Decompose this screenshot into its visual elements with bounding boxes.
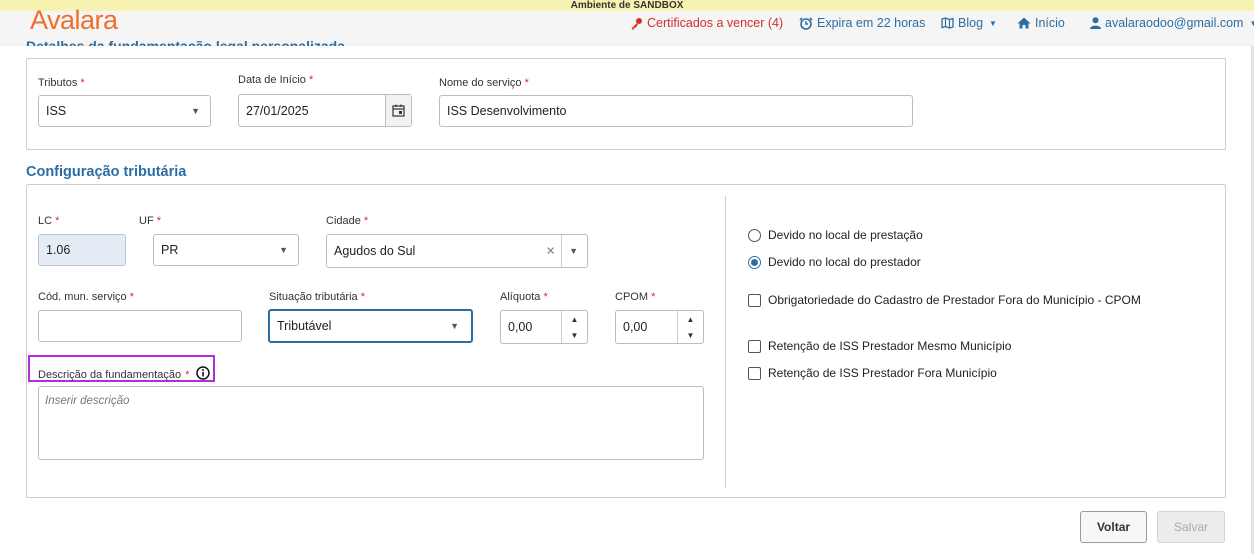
home-link[interactable]: Início [1017, 16, 1065, 30]
chevron-down-icon: ▼ [450, 321, 459, 331]
chevron-down-icon: ▼ [279, 245, 288, 255]
nome-servico-label: Nome do serviço * [439, 77, 529, 89]
nome-servico-input[interactable]: ISS Desenvolvimento [439, 95, 913, 127]
uf-select[interactable]: PR ▼ [153, 234, 299, 266]
select-separator [561, 235, 562, 267]
aliquota-stepper[interactable]: ▲ ▼ [561, 311, 587, 343]
cod-mun-input[interactable] [38, 310, 242, 342]
key-icon [630, 17, 643, 30]
checkbox-label: Retenção de ISS Prestador Fora Município [768, 366, 997, 380]
cpom-input[interactable]: 0,00 ▲ ▼ [615, 310, 704, 344]
sandbox-banner: Ambiente de SANDBOX [0, 0, 1254, 11]
radio-label: Devido no local do prestador [768, 255, 921, 269]
section-title-details: Detalhes da fundamentação legal personal… [26, 38, 345, 46]
info-icon[interactable] [196, 366, 211, 383]
chevron-down-icon: ▼ [191, 106, 200, 116]
radio-local-prestacao[interactable]: Devido no local de prestação [748, 228, 923, 242]
checkbox-cpom[interactable]: Obrigatoriedade do Cadastro de Prestador… [748, 293, 1141, 307]
calendar-icon[interactable] [385, 95, 411, 126]
chevron-down-icon: ▼ [989, 18, 997, 28]
checkbox-label: Retenção de ISS Prestador Mesmo Municípi… [768, 339, 1012, 353]
section-title-config: Configuração tributária [26, 164, 187, 180]
descricao-placeholder: Inserir descrição [45, 395, 130, 407]
tributos-label: Tributos * [38, 77, 85, 89]
uf-value: PR [161, 243, 179, 257]
lc-value: 1.06 [46, 243, 71, 257]
voltar-button[interactable]: Voltar [1080, 511, 1147, 543]
chevron-down-icon[interactable]: ▼ [678, 327, 703, 343]
home-icon [1017, 17, 1031, 29]
checkbox[interactable] [748, 366, 761, 380]
map-icon [941, 17, 954, 29]
lc-label: LC * [38, 215, 60, 227]
cpom-value: 0,00 [623, 320, 648, 334]
certificates-link[interactable]: Certificados a vencer (4) [630, 16, 783, 30]
user-email: avalaraodoo@gmail.com [1105, 16, 1244, 30]
tributos-value: ISS [46, 104, 67, 118]
avalara-logo[interactable]: Avalara [30, 5, 118, 36]
blog-menu[interactable]: Blog ▼ [941, 16, 997, 30]
radio-button-selected[interactable] [748, 255, 761, 269]
checkbox[interactable] [748, 293, 761, 307]
aliquota-input[interactable]: 0,00 ▲ ▼ [500, 310, 588, 344]
user-icon [1090, 17, 1101, 29]
user-menu[interactable]: avalaraodoo@gmail.com ▼ [1090, 16, 1254, 30]
checkbox[interactable] [748, 339, 761, 353]
expires-link[interactable]: Expira em 22 horas [799, 16, 925, 30]
radio-label: Devido no local de prestação [768, 228, 923, 242]
radio-button[interactable] [748, 228, 761, 242]
data-inicio-label: Data de Início * [238, 74, 314, 86]
tributos-select[interactable]: ISS ▼ [38, 95, 211, 127]
clear-icon[interactable]: × [546, 243, 555, 260]
lc-field: 1.06 [38, 234, 126, 266]
data-inicio-value: 27/01/2025 [246, 103, 309, 118]
situacao-select[interactable]: Tributável ▼ [268, 309, 473, 343]
checkbox-retencao-mesmo[interactable]: Retenção de ISS Prestador Mesmo Municípi… [748, 339, 1011, 353]
checkbox-label: Obrigatoriedade do Cadastro de Prestador… [768, 293, 1141, 307]
chevron-down-icon[interactable]: ▼ [569, 246, 578, 256]
cidade-select[interactable]: Agudos do Sul × ▼ [326, 234, 588, 268]
aliquota-value: 0,00 [508, 320, 533, 334]
cod-mun-label: Cód. mun. serviço * [38, 291, 134, 303]
blog-label: Blog [958, 16, 984, 30]
certificates-label: Certificados a vencer (4) [647, 16, 784, 30]
chevron-up-icon[interactable]: ▲ [562, 311, 587, 327]
salvar-button[interactable]: Salvar [1157, 511, 1225, 543]
uf-label: UF * [139, 215, 162, 227]
chevron-down-icon[interactable]: ▼ [562, 327, 587, 343]
vertical-divider [725, 196, 726, 488]
data-inicio-field[interactable]: 27/01/2025 [238, 94, 412, 127]
chevron-up-icon[interactable]: ▲ [678, 311, 703, 327]
descricao-label: Descrição da fundamentação * [38, 366, 211, 383]
situacao-value: Tributável [277, 319, 332, 333]
radio-local-prestador[interactable]: Devido no local do prestador [748, 255, 921, 269]
home-label: Início [1035, 16, 1065, 30]
chevron-down-icon: ▼ [1249, 18, 1254, 28]
checkbox-retencao-fora[interactable]: Retenção de ISS Prestador Fora Município [748, 366, 997, 380]
alarm-clock-icon [799, 16, 813, 30]
expires-label: Expira em 22 horas [817, 16, 926, 30]
cidade-value: Agudos do Sul [334, 244, 416, 258]
situacao-label: Situação tributária * [269, 291, 366, 303]
cpom-label: CPOM * [615, 291, 656, 303]
cpom-stepper[interactable]: ▲ ▼ [677, 311, 703, 343]
descricao-textarea[interactable]: Inserir descrição [38, 386, 704, 460]
nome-servico-value: ISS Desenvolvimento [447, 104, 567, 118]
cidade-label: Cidade * [326, 215, 369, 227]
aliquota-label: Alíquota * [500, 291, 548, 303]
